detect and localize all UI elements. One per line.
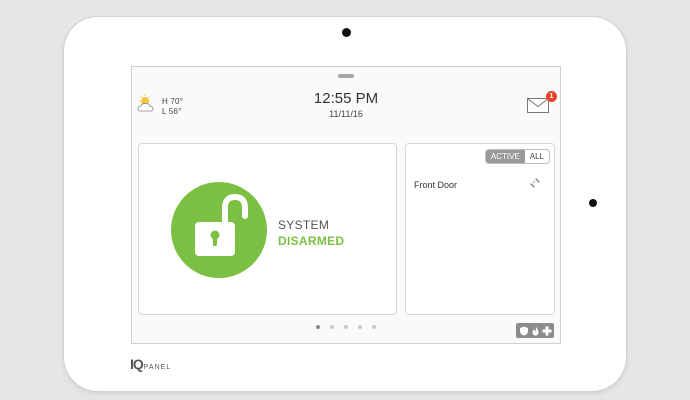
page-dot-3[interactable]	[344, 325, 348, 329]
page-dot-1[interactable]	[316, 325, 320, 329]
emergency-panic-button[interactable]	[516, 323, 554, 338]
page-dot-4[interactable]	[358, 325, 362, 329]
touch-screen: H 70° L 56° 12:55 PM 11/11/16 1 SYSTEM D…	[131, 66, 561, 344]
sensor-list-card: ACTIVE ALL Front Door	[405, 143, 555, 315]
system-status-label: SYSTEM	[278, 218, 330, 232]
lock-button[interactable]	[171, 182, 267, 278]
proximity-sensor	[589, 199, 597, 207]
brand-text: PANEL	[143, 364, 172, 371]
page-dot-5[interactable]	[372, 325, 376, 329]
mail-icon[interactable]	[527, 98, 549, 113]
clock-date: 11/11/16	[329, 109, 363, 119]
fire-icon	[532, 326, 538, 335]
iq-panel-logo: IQ PANEL	[130, 356, 171, 372]
tab-active[interactable]: ACTIVE	[485, 150, 525, 163]
sensor-filter-tabs: ACTIVE ALL	[484, 149, 550, 164]
clock-time: 12:55 PM	[313, 90, 379, 107]
sensor-front-door[interactable]: Front Door	[414, 180, 457, 190]
brand-mark: IQ	[130, 356, 144, 372]
message-count-badge: 1	[546, 91, 557, 102]
door-open-icon	[530, 178, 540, 188]
security-status-card[interactable]: SYSTEM DISARMED	[138, 143, 397, 315]
shield-icon	[519, 326, 528, 335]
unlocked-padlock-icon	[195, 193, 248, 256]
camera-lens	[342, 28, 351, 37]
medical-cross-icon	[542, 326, 551, 335]
tab-all[interactable]: ALL	[524, 150, 549, 163]
disarmed-status-label: DISARMED	[278, 234, 345, 248]
page-indicator	[132, 325, 560, 329]
page-dot-2[interactable]	[330, 325, 334, 329]
pull-down-handle[interactable]	[338, 74, 354, 78]
